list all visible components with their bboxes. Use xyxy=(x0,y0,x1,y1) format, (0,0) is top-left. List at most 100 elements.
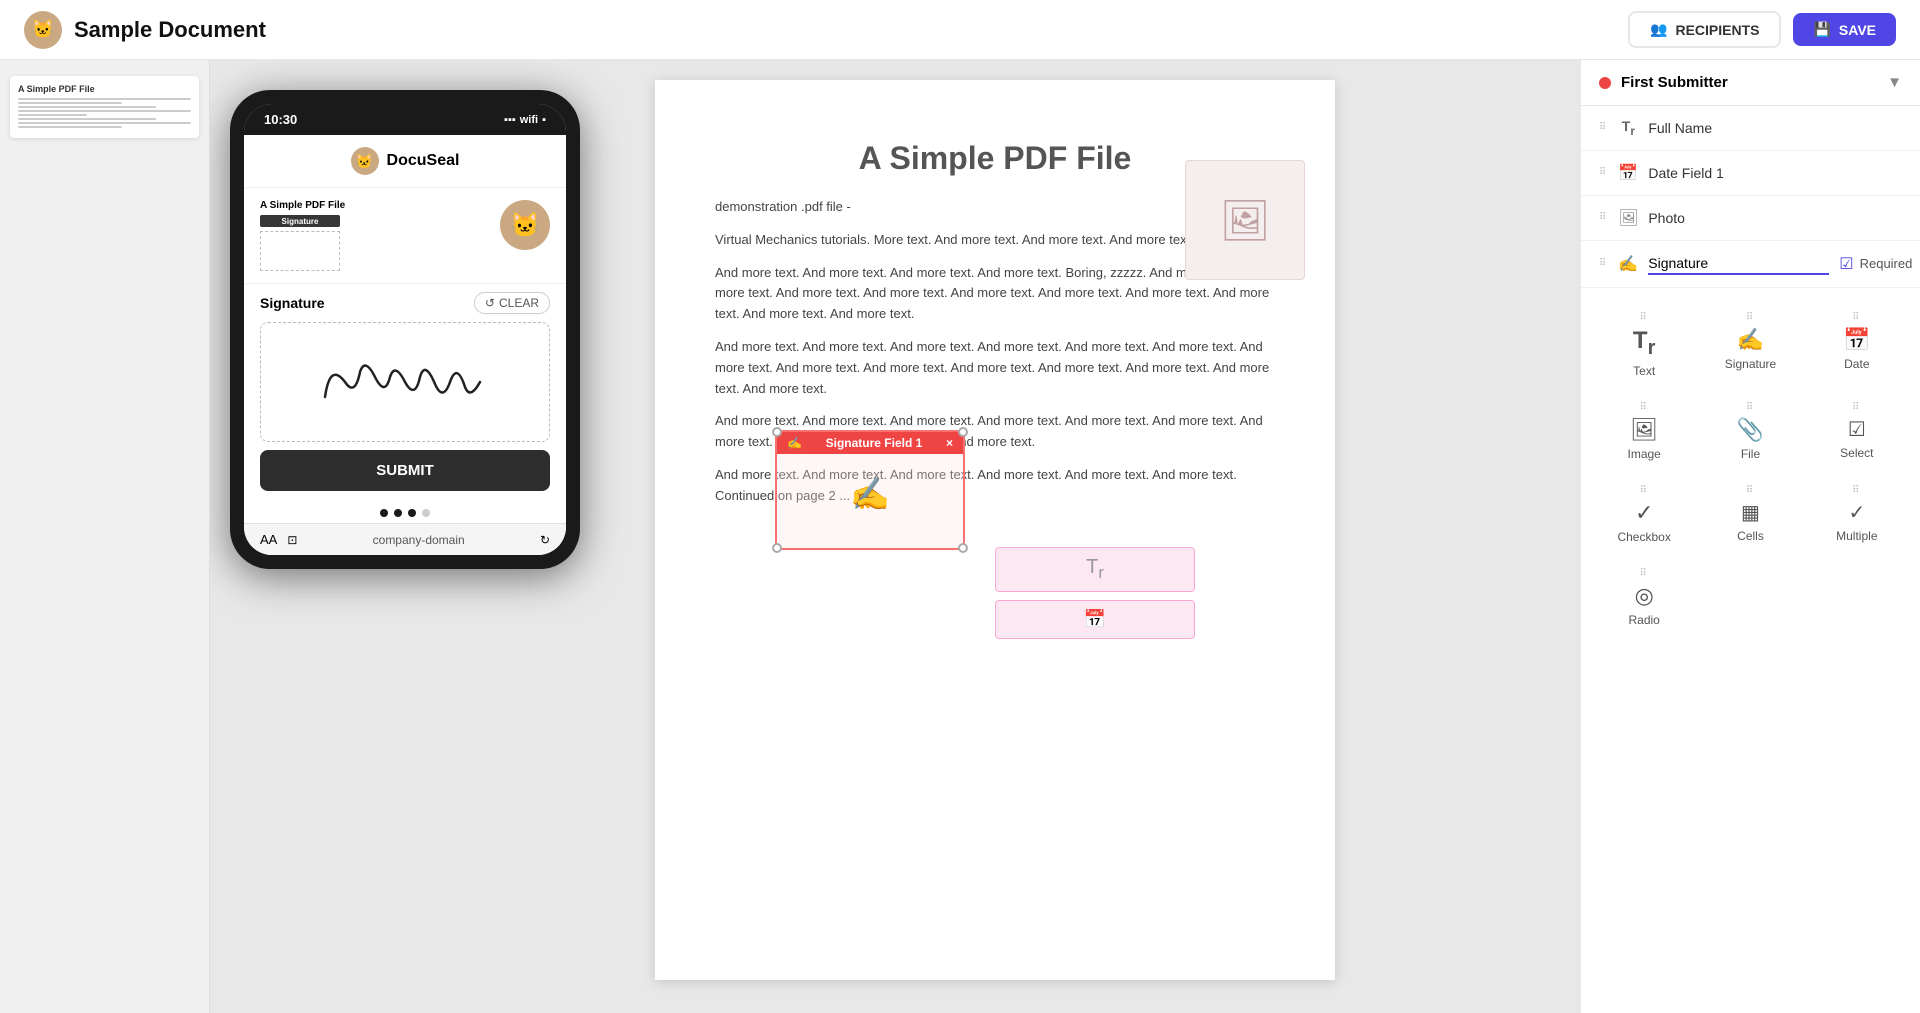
field-type-grid: ⠿ Tr Text ⠿ ✍ Signature ⠿ 📅 Date ⠿ 🖼 Ima… xyxy=(1581,288,1920,651)
resize-handle-tr[interactable] xyxy=(958,427,968,437)
share-icon: ⊡ xyxy=(287,533,297,547)
sig-popup-content: ✍ xyxy=(777,454,963,534)
header-right: 👥 RECIPIENTS 💾 SAVE xyxy=(1628,11,1896,48)
field-type-multiple[interactable]: ⠿ ✓ Multiple xyxy=(1806,475,1908,554)
field-type-checkbox[interactable]: ⠿ ✓ Checkbox xyxy=(1593,475,1695,554)
submitter-name: First Submitter xyxy=(1621,74,1728,91)
text-type-icon: Tr xyxy=(1633,327,1655,360)
drag-dots-image: ⠿ xyxy=(1640,402,1647,413)
signature-badge-label: Signature xyxy=(282,217,319,226)
field-item-photo[interactable]: ⠿ 🖼 Photo xyxy=(1581,196,1920,241)
phone-bottom-bar: AA ⊡ company-domain ↻ xyxy=(244,523,566,555)
date-type-label: Date xyxy=(1844,357,1869,371)
sig-popup-icon: ✍ xyxy=(787,436,802,450)
field-item-fullname[interactable]: ⠿ Tr Full Name xyxy=(1581,106,1920,151)
drag-dots-multiple: ⠿ xyxy=(1852,485,1859,496)
checkbox-type-icon: ✓ xyxy=(1635,500,1653,526)
doc-para-3: And more text. And more text. And more t… xyxy=(715,337,1275,399)
field-type-image[interactable]: ⠿ 🖼 Image xyxy=(1593,392,1695,471)
avatar: 🐱 xyxy=(24,11,62,49)
drag-dots-select: ⠿ xyxy=(1852,402,1859,413)
dot-4 xyxy=(422,509,430,517)
field-type-signature[interactable]: ⠿ ✍ Signature xyxy=(1699,302,1801,388)
phone-url: company-domain xyxy=(307,533,530,547)
submitter-row[interactable]: First Submitter ▼ xyxy=(1581,60,1920,106)
phone-time: 10:30 xyxy=(264,112,297,127)
date-field-label: Date Field 1 xyxy=(1648,165,1902,181)
field-type-select[interactable]: ⠿ ☑ Select xyxy=(1806,392,1908,471)
font-size-icon: AA xyxy=(260,532,277,547)
sig-popup-header: ✍ Signature Field 1 × xyxy=(777,432,963,454)
required-label: Required xyxy=(1860,256,1913,271)
radio-type-label: Radio xyxy=(1628,613,1659,627)
document-panel: 10:30 ▪▪▪ wifi ▪ 🐱 DocuSeal A Simple PDF… xyxy=(210,60,1580,1013)
document-content: A Simple PDF File demonstration .pdf fil… xyxy=(655,80,1335,980)
sig-popup-close[interactable]: × xyxy=(946,436,953,450)
photo-field-area[interactable]: 🖼 xyxy=(1185,160,1305,280)
resize-handle-bl[interactable] xyxy=(772,543,782,553)
thumb-line-2 xyxy=(18,102,122,104)
thumb-line-7 xyxy=(18,122,191,124)
field-type-text[interactable]: ⠿ Tr Text xyxy=(1593,302,1695,388)
phone-doc-cat-avatar: 🐱 xyxy=(500,200,550,250)
photo-field-icon: 🖼 xyxy=(1618,208,1638,228)
sig-popup-title: Signature Field 1 xyxy=(826,436,923,450)
drag-dots-sig: ⠿ xyxy=(1746,312,1753,323)
signature-field-input[interactable] xyxy=(1648,253,1829,275)
sig-field-icon: ✍ xyxy=(850,475,890,513)
phone-app-name: DocuSeal xyxy=(387,152,460,170)
drag-dots-cells: ⠿ xyxy=(1746,485,1753,496)
signature-field-popup[interactable]: ✍ Signature Field 1 × ✍ xyxy=(775,430,965,550)
document-title: Sample Document xyxy=(74,17,266,43)
signal-icon: ▪▪▪ xyxy=(504,114,516,126)
phone-doc-preview: A Simple PDF File Signature 🐱 xyxy=(244,188,566,284)
date-field-icon: 📅 xyxy=(1084,609,1106,630)
header: 🐱 Sample Document 👥 RECIPIENTS 💾 SAVE xyxy=(0,0,1920,60)
recipients-button[interactable]: 👥 RECIPIENTS xyxy=(1628,11,1781,48)
field-type-cells[interactable]: ⠿ ▦ Cells xyxy=(1699,475,1801,554)
drag-handle-date[interactable]: ⠿ xyxy=(1599,167,1606,178)
phone-status-icons: ▪▪▪ wifi ▪ xyxy=(504,114,546,126)
date-field-placeholder[interactable]: 📅 xyxy=(995,600,1195,639)
field-item-date[interactable]: ⠿ 📅 Date Field 1 xyxy=(1581,151,1920,196)
field-type-date[interactable]: ⠿ 📅 Date xyxy=(1806,302,1908,388)
save-icon: 💾 xyxy=(1813,21,1830,38)
cells-type-label: Cells xyxy=(1737,529,1764,543)
save-button[interactable]: 💾 SAVE xyxy=(1793,13,1896,46)
multiple-type-icon: ✓ xyxy=(1848,500,1865,525)
phone-submit-button[interactable]: SUBMIT xyxy=(260,450,550,491)
signature-required: ☑ Required xyxy=(1839,254,1912,274)
phone-signature-canvas[interactable] xyxy=(260,322,550,442)
drag-handle-fullname[interactable]: ⠿ xyxy=(1599,122,1606,133)
thumbnail-sidebar: A Simple PDF File xyxy=(0,60,210,1013)
phone-screen: 10:30 ▪▪▪ wifi ▪ 🐱 DocuSeal A Simple PDF… xyxy=(244,104,566,555)
wifi-icon: wifi xyxy=(520,114,538,126)
thumb-line-8 xyxy=(18,126,122,128)
drag-handle-photo[interactable]: ⠿ xyxy=(1599,212,1606,223)
checkbox-type-label: Checkbox xyxy=(1617,530,1670,544)
sig-type-label: Signature xyxy=(1725,357,1776,371)
clear-button[interactable]: ↺ CLEAR xyxy=(474,292,550,314)
thumbnail-card[interactable]: A Simple PDF File xyxy=(10,76,199,138)
drag-handle-signature[interactable]: ⠿ xyxy=(1599,258,1606,269)
thumb-title: A Simple PDF File xyxy=(18,84,191,94)
field-item-signature[interactable]: ⠿ ✍ ☑ Required xyxy=(1581,241,1920,288)
radio-type-icon: ◎ xyxy=(1635,583,1654,609)
select-type-label: Select xyxy=(1840,446,1873,460)
header-left: 🐱 Sample Document xyxy=(24,11,266,49)
resize-handle-br[interactable] xyxy=(958,543,968,553)
required-checkbox[interactable]: ☑ xyxy=(1839,254,1853,274)
resize-handle-tl[interactable] xyxy=(772,427,782,437)
submitter-chevron-icon: ▼ xyxy=(1887,74,1902,91)
clear-label: CLEAR xyxy=(499,296,539,310)
photo-field-label: Photo xyxy=(1648,210,1902,226)
field-type-file[interactable]: ⠿ 📎 File xyxy=(1699,392,1801,471)
phone-app-avatar: 🐱 xyxy=(351,147,379,175)
thumb-line-6 xyxy=(18,118,156,120)
right-sidebar: First Submitter ▼ ⠿ Tr Full Name ⠿ 📅 Dat… xyxy=(1580,60,1920,1013)
text-field-placeholder[interactable]: Tr xyxy=(995,547,1195,592)
dot-2 xyxy=(394,509,402,517)
dot-1 xyxy=(380,509,388,517)
text-field-icon: Tr xyxy=(1086,556,1104,583)
field-type-radio[interactable]: ⠿ ◎ Radio xyxy=(1593,558,1695,637)
